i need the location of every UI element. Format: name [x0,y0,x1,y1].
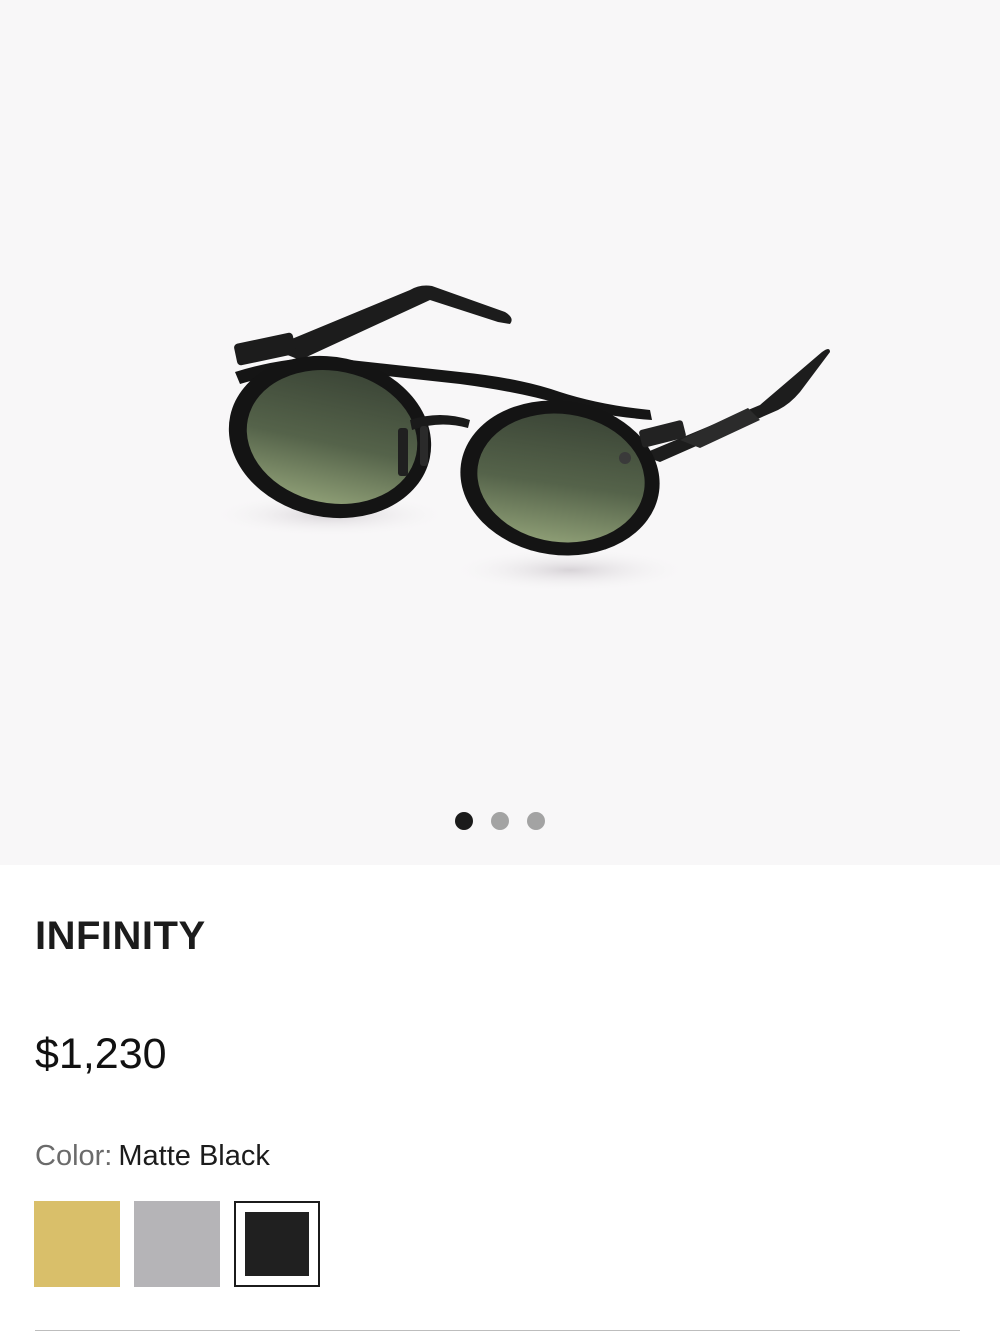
color-swatches [34,1201,320,1287]
color-selection-label: Color: Matte Black [35,1140,270,1173]
section-divider [35,1330,960,1331]
swatch-matte-black[interactable] [234,1201,320,1287]
selected-color-value: Matte Black [118,1140,270,1172]
sunglasses-image [210,285,830,592]
product-title: INFINITY [35,914,206,958]
color-label: Color: [35,1140,113,1172]
gallery-pagination [0,812,1000,830]
swatch-gold[interactable] [34,1201,120,1287]
product-image-gallery[interactable] [0,0,1000,865]
product-page: INFINITY $1,230 Color: Matte Black [0,0,1000,1333]
swatch-fill [245,1212,309,1276]
swatch-silver[interactable] [134,1201,220,1287]
gallery-dot[interactable] [491,812,509,830]
gallery-dot[interactable] [527,812,545,830]
gallery-dot[interactable] [455,812,473,830]
product-price: $1,230 [35,1030,167,1078]
